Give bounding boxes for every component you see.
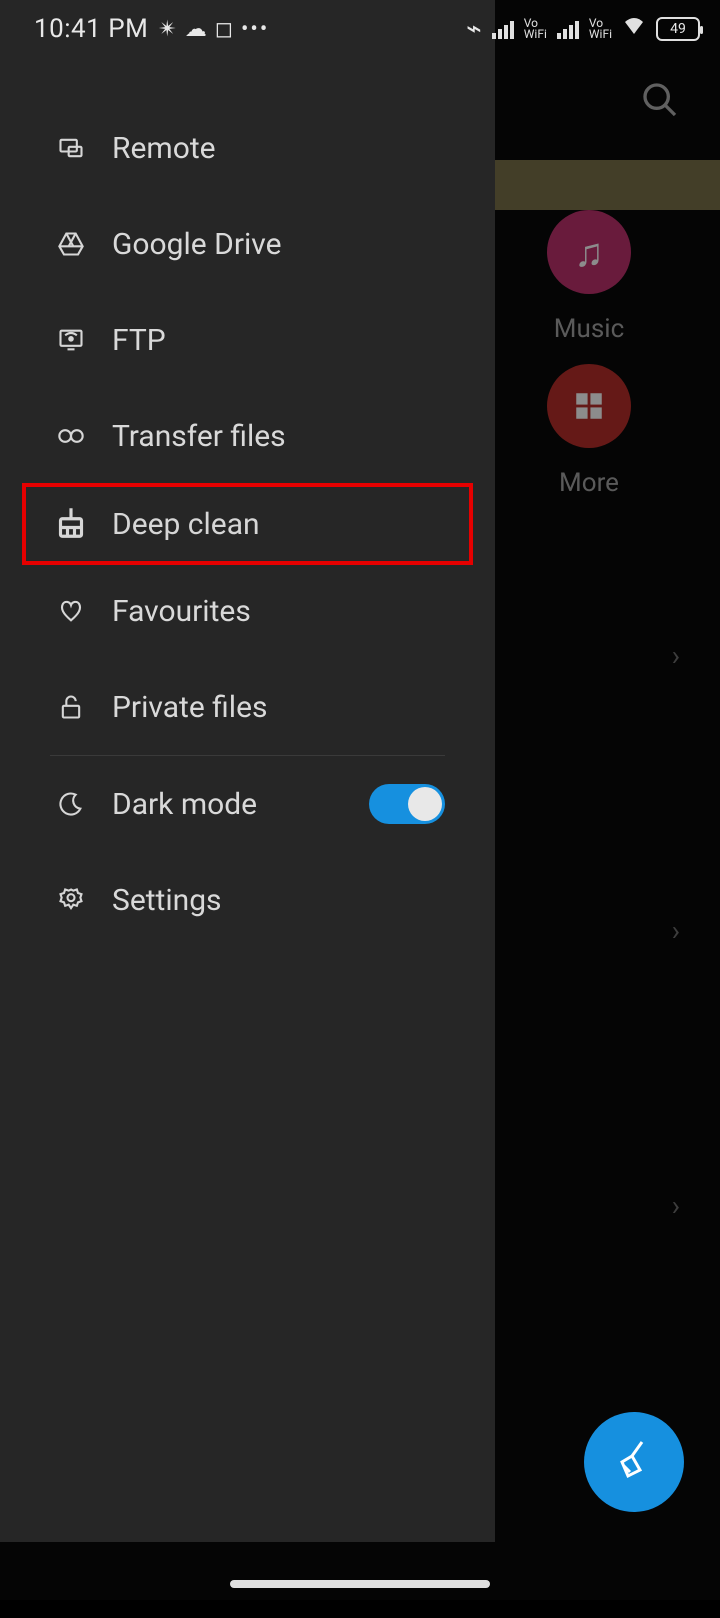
lock-icon xyxy=(50,693,92,721)
signal-icon xyxy=(557,19,579,39)
moon-icon xyxy=(50,790,92,818)
broom-icon xyxy=(610,1436,658,1488)
gear-icon xyxy=(50,886,92,914)
drawer-item-label: Remote xyxy=(112,131,495,166)
wifi-icon xyxy=(622,14,646,44)
remote-icon xyxy=(50,134,92,162)
drawer-item-google-drive[interactable]: Google Drive xyxy=(0,196,495,292)
drawer-item-label: FTP xyxy=(112,323,495,358)
vowifi-label: VoWiFi xyxy=(589,18,612,40)
drawer-item-label: Favourites xyxy=(112,594,495,629)
drawer-item-label: Transfer files xyxy=(112,419,495,454)
drawer-item-dark-mode[interactable]: Dark mode xyxy=(0,756,495,852)
battery-level: 49 xyxy=(670,21,686,37)
drawer-item-label: Settings xyxy=(112,883,495,918)
broom-icon xyxy=(50,503,92,545)
drawer-item-ftp[interactable]: FTP xyxy=(0,292,495,388)
google-drive-icon xyxy=(50,230,92,258)
vowifi-label: VoWiFi xyxy=(524,18,547,40)
tile-label: More xyxy=(559,468,619,498)
search-icon[interactable] xyxy=(640,80,680,124)
home-indicator[interactable] xyxy=(230,1580,490,1588)
more-dots-icon: ••• xyxy=(241,17,269,42)
drawer-item-label: Private files xyxy=(112,690,495,725)
drawer-item-favourites[interactable]: Favourites xyxy=(0,563,495,659)
instagram-icon: ◻ xyxy=(215,17,233,42)
more-icon xyxy=(547,364,631,448)
dark-mode-toggle[interactable] xyxy=(369,784,445,824)
tile-label: Music xyxy=(554,314,624,344)
drawer-item-label: Google Drive xyxy=(112,227,495,262)
slack-icon: ✴ xyxy=(158,17,176,42)
notification-icons: ✴ ☁ ◻ ••• xyxy=(158,17,269,42)
category-tile-more[interactable]: More xyxy=(514,364,664,498)
chevron-right-icon: › xyxy=(672,1189,680,1222)
drawer-item-deep-clean[interactable]: Deep clean xyxy=(22,483,473,565)
drawer-item-settings[interactable]: Settings xyxy=(0,852,495,948)
status-bar: 10:41 PM ✴ ☁ ◻ ••• ⌁ VoWiFi VoWiFi 49 xyxy=(0,0,720,58)
clock: 10:41 PM xyxy=(34,14,148,44)
drawer-item-transfer-files[interactable]: Transfer files xyxy=(0,388,495,484)
category-tile-music[interactable]: ♫ Music xyxy=(514,210,664,344)
drawer-item-remote[interactable]: Remote xyxy=(0,100,495,196)
clean-fab[interactable] xyxy=(584,1412,684,1512)
navigation-drawer: Remote Google Drive FTP Transfer files D… xyxy=(0,0,495,1542)
chevron-right-icon: › xyxy=(672,914,680,947)
drawer-item-label: Dark mode xyxy=(112,787,369,822)
toggle-knob xyxy=(408,787,442,821)
drawer-item-private-files[interactable]: Private files xyxy=(0,659,495,755)
drawer-item-label: Deep clean xyxy=(112,507,260,542)
chevron-right-icon: › xyxy=(672,639,680,672)
bluetooth-icon: ⌁ xyxy=(466,14,482,44)
battery-indicator: 49 xyxy=(656,17,700,41)
music-icon: ♫ xyxy=(547,210,631,294)
transfer-icon xyxy=(50,422,92,450)
heart-icon xyxy=(50,597,92,625)
ftp-icon xyxy=(50,326,92,354)
cloud-icon: ☁ xyxy=(185,17,207,42)
signal-icon xyxy=(492,19,514,39)
